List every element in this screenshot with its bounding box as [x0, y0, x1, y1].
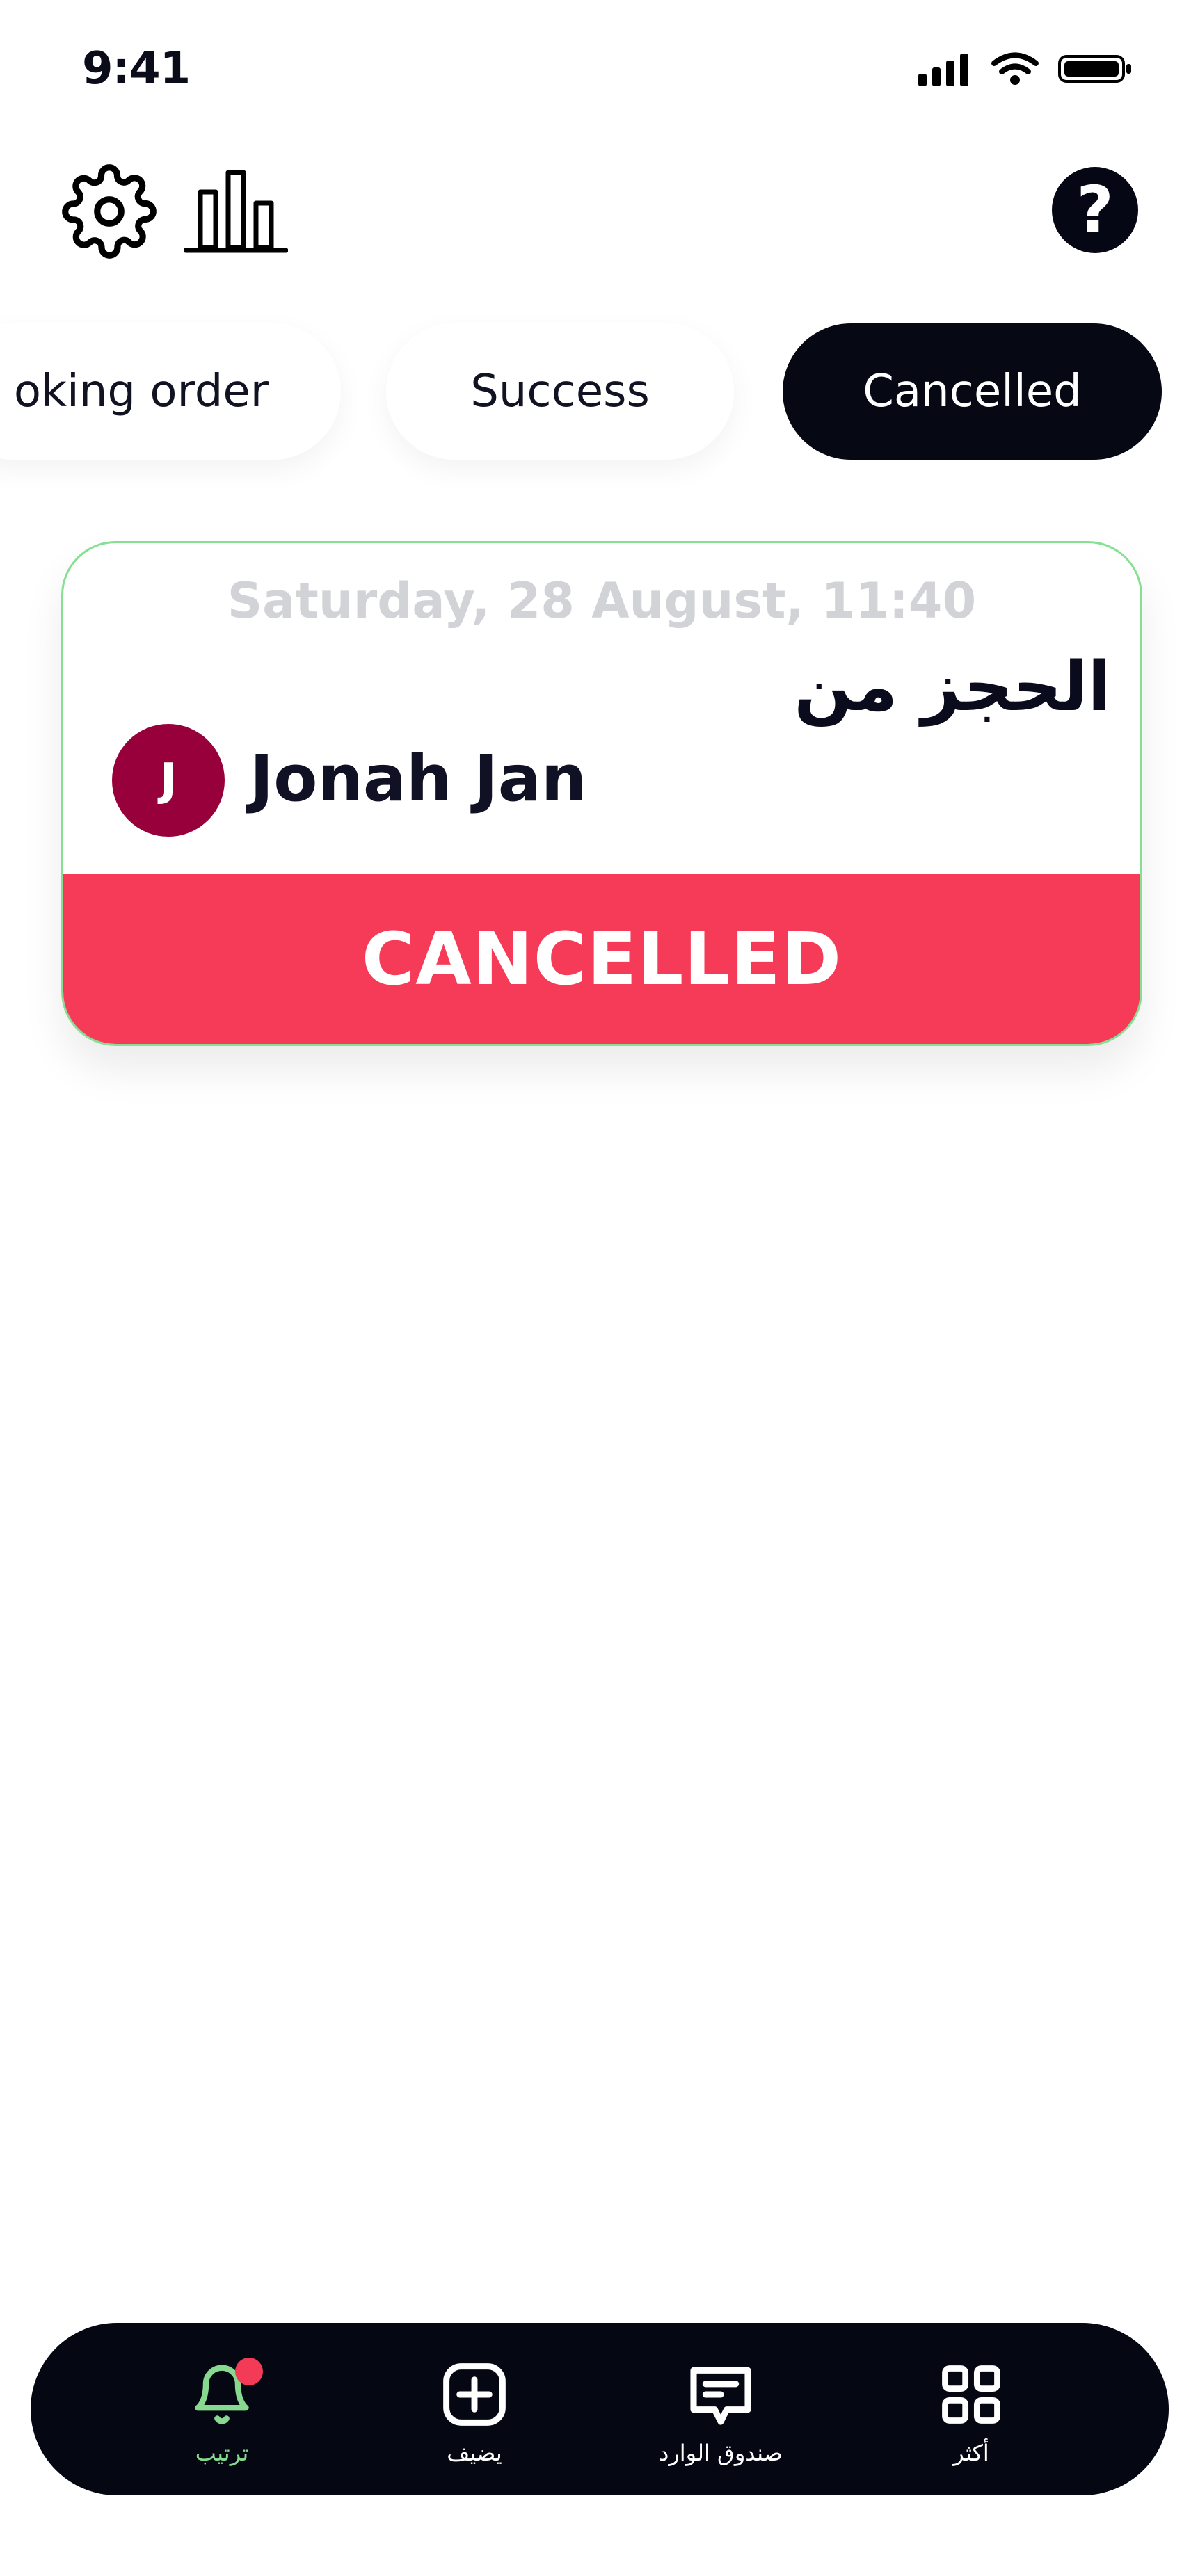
statistics-button[interactable] [183, 167, 289, 259]
status-icons [918, 51, 1134, 89]
tab-success[interactable]: Success [386, 323, 734, 460]
bar-chart-icon [183, 170, 289, 253]
status-bar: 9:41 [0, 0, 1191, 139]
grid-icon [942, 2365, 1000, 2424]
booking-card[interactable]: Saturday, 28 August, 11:40 الحجز من J Jo… [61, 541, 1142, 1046]
tab-booking-order[interactable]: oking order [0, 323, 341, 460]
help-icon: ? [1076, 172, 1114, 247]
nav-more[interactable]: أكثر [881, 2356, 1062, 2481]
settings-button[interactable] [61, 163, 157, 262]
wifi-icon [991, 51, 1039, 89]
battery-icon [1057, 51, 1134, 89]
header-actions [61, 163, 289, 262]
status-label: CANCELLED [361, 917, 842, 1001]
nav-arrange[interactable]: ترتيب [131, 2356, 312, 2481]
nav-icon-container [933, 2356, 1009, 2433]
tab-cancelled[interactable]: Cancelled [783, 323, 1162, 460]
nav-label: صندوق الوارد [659, 2440, 783, 2466]
status-tabs: oking order Success Cancelled [0, 323, 1191, 462]
nav-label: يضيف [447, 2440, 502, 2466]
customer-avatar: J [112, 724, 225, 837]
bottom-navigation: ترتيب يضيف صندوق الوارد أكثر [31, 2323, 1169, 2495]
nav-label: ترتيب [195, 2440, 249, 2466]
status-time: 9:41 [82, 43, 191, 95]
nav-icon-container [184, 2356, 263, 2433]
message-icon [690, 2367, 751, 2425]
booking-date: Saturday, 28 August, 11:40 [227, 572, 977, 629]
nav-icon-container [682, 2356, 759, 2433]
booking-title: الحجز من [794, 647, 1111, 727]
gear-icon [62, 164, 157, 259]
nav-icon-container [436, 2356, 513, 2433]
tab-label: Success [470, 366, 650, 417]
nav-label: أكثر [953, 2440, 989, 2466]
tab-label: oking order [13, 366, 269, 417]
tab-label: Cancelled [863, 366, 1082, 417]
customer-initial: J [160, 755, 177, 806]
cancelled-status-banner: CANCELLED [63, 874, 1140, 1044]
notification-dot [235, 2358, 263, 2385]
help-button[interactable]: ? [1052, 167, 1138, 253]
customer-name: Jonah Jan [250, 741, 587, 816]
plus-square-icon [443, 2363, 506, 2426]
nav-inbox[interactable]: صندوق الوارد [630, 2356, 811, 2481]
nav-add[interactable]: يضيف [384, 2356, 565, 2481]
cellular-signal-icon [918, 51, 973, 89]
